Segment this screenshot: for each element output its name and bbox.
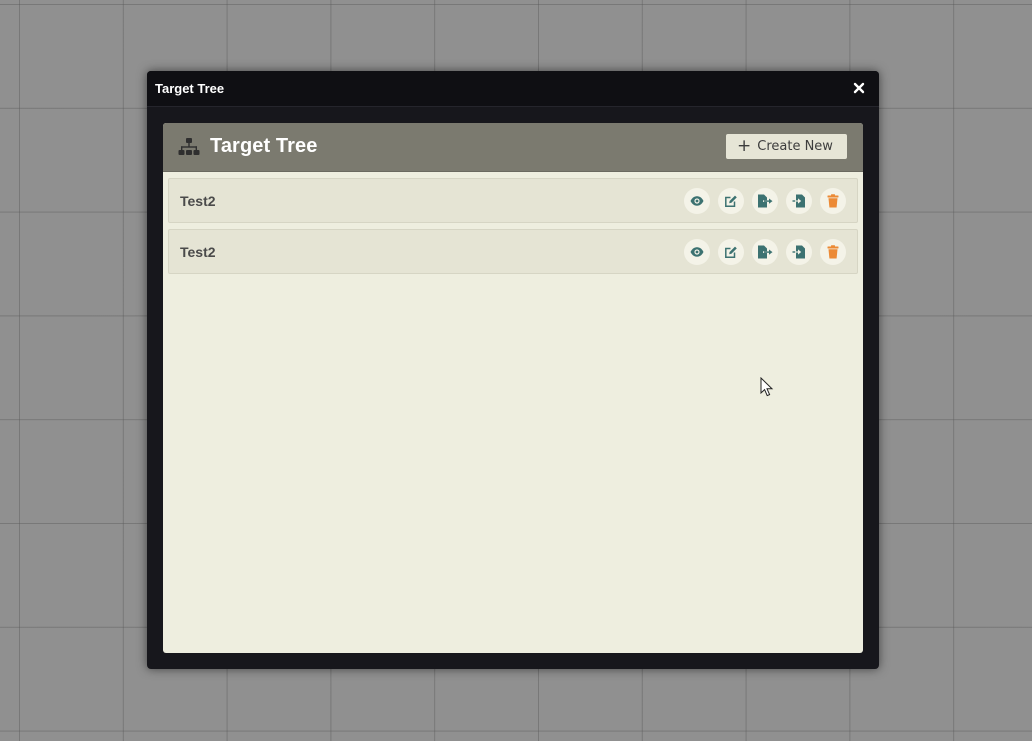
sitemap-icon (178, 138, 200, 156)
view-button[interactable] (684, 239, 710, 265)
list-item[interactable]: Test2 (168, 229, 858, 274)
export-icon (757, 194, 773, 208)
export-icon (757, 245, 773, 259)
export-button[interactable] (752, 239, 778, 265)
window-titlebar[interactable]: Target Tree (147, 71, 879, 107)
item-label: Test2 (180, 244, 216, 260)
view-icon (690, 247, 704, 257)
import-icon (792, 245, 806, 259)
import-icon (792, 194, 806, 208)
create-new-label: Create New (757, 139, 833, 154)
view-button[interactable] (684, 188, 710, 214)
close-icon[interactable] (851, 80, 867, 96)
export-button[interactable] (752, 188, 778, 214)
target-tree-panel: Target Tree + Create New Test2 Test2 (163, 123, 863, 653)
create-new-button[interactable]: + Create New (726, 134, 847, 159)
edit-button[interactable] (718, 188, 744, 214)
edit-icon (724, 245, 738, 259)
plus-icon: + (737, 136, 752, 156)
list-item[interactable]: Test2 (168, 178, 858, 223)
import-button[interactable] (786, 188, 812, 214)
item-label: Test2 (180, 193, 216, 209)
window-title: Target Tree (155, 81, 225, 96)
delete-icon (827, 194, 839, 208)
panel-title: Target Tree (210, 135, 318, 157)
delete-button[interactable] (820, 188, 846, 214)
panel-header: Target Tree + Create New (163, 123, 863, 172)
delete-button[interactable] (820, 239, 846, 265)
view-icon (690, 196, 704, 206)
import-button[interactable] (786, 239, 812, 265)
target-list: Test2 Test2 (168, 178, 858, 280)
edit-button[interactable] (718, 239, 744, 265)
edit-icon (724, 194, 738, 208)
delete-icon (827, 245, 839, 259)
target-tree-window: Target Tree Target Tree + Create New Tes… (147, 71, 879, 669)
